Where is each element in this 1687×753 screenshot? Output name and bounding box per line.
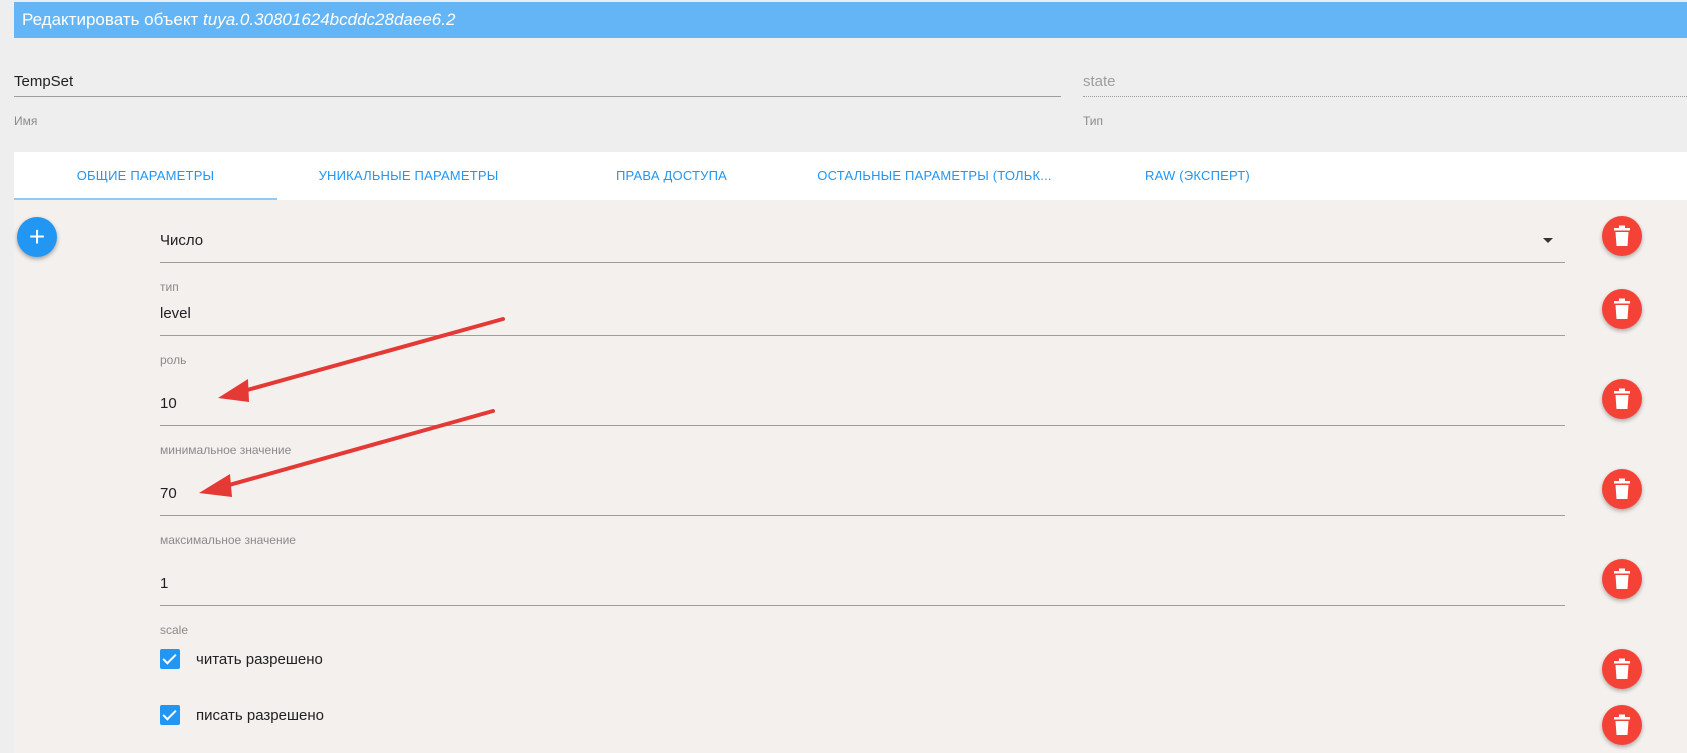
scale-label: scale (160, 623, 189, 637)
scale-field[interactable]: 1 scale (160, 575, 1565, 637)
trash-icon (1614, 225, 1630, 246)
delete-max-button[interactable] (1602, 469, 1642, 509)
name-input[interactable]: TempSet (14, 73, 73, 90)
read-allowed-label: читать разрешено (196, 651, 323, 668)
min-input[interactable]: 10 (160, 395, 177, 412)
delete-write-button[interactable] (1602, 705, 1642, 745)
min-label: минимальное значение (160, 443, 292, 457)
write-allowed-label: писать разрешено (196, 707, 324, 724)
dialog-title-prefix: Редактировать объект (22, 10, 199, 29)
name-field[interactable]: TempSet Имя (14, 73, 1061, 133)
trash-icon (1614, 388, 1630, 409)
object-type-field: state Тип (1083, 73, 1687, 133)
tab-general[interactable]: ОБЩИЕ ПАРАМЕТРЫ (14, 152, 277, 200)
chevron-down-icon[interactable] (1543, 238, 1553, 243)
role-underline (160, 335, 1565, 336)
write-allowed-checkbox[interactable] (160, 705, 180, 725)
min-field[interactable]: 10 минимальное значение (160, 395, 1565, 457)
object-type-underline (1083, 96, 1687, 97)
trash-icon (1614, 658, 1630, 679)
tab-bar: ОБЩИЕ ПАРАМЕТРЫ УНИКАЛЬНЫЕ ПАРАМЕТРЫ ПРА… (14, 152, 1687, 200)
delete-type-button[interactable] (1602, 216, 1642, 256)
trash-icon (1614, 568, 1630, 589)
role-input[interactable]: level (160, 305, 191, 322)
max-underline (160, 515, 1565, 516)
tab-raw[interactable]: RAW (ЭКСПЕРТ) (1066, 152, 1329, 200)
delete-scale-button[interactable] (1602, 559, 1642, 599)
type-select-value: Число (160, 232, 204, 249)
max-input[interactable]: 70 (160, 485, 177, 502)
add-attribute-button[interactable]: + (17, 217, 57, 257)
tab-unique[interactable]: УНИКАЛЬНЫЕ ПАРАМЕТРЫ (277, 152, 540, 200)
delete-min-button[interactable] (1602, 379, 1642, 419)
trash-icon (1614, 298, 1630, 319)
scale-input[interactable]: 1 (160, 575, 168, 592)
trash-icon (1614, 714, 1630, 735)
dialog-title: Редактировать объект tuya.0.30801624bcdd… (14, 2, 1687, 38)
max-field[interactable]: 70 максимальное значение (160, 485, 1565, 547)
role-field[interactable]: level роль (160, 305, 1565, 367)
min-underline (160, 425, 1565, 426)
object-type-value: state (1083, 73, 1116, 90)
name-underline (14, 96, 1061, 97)
trash-icon (1614, 478, 1630, 499)
write-allowed-row: писать разрешено (160, 705, 460, 727)
name-label: Имя (14, 114, 38, 128)
tab-access[interactable]: ПРАВА ДОСТУПА (540, 152, 803, 200)
type-label: тип (160, 280, 179, 294)
type-select[interactable]: Число тип (160, 232, 1565, 294)
read-allowed-checkbox[interactable] (160, 649, 180, 669)
max-label: максимальное значение (160, 533, 296, 547)
tab-other[interactable]: ОСТАЛЬНЫЕ ПАРАМЕТРЫ (ТОЛЬК... (803, 152, 1066, 200)
scale-underline (160, 605, 1565, 606)
type-underline (160, 262, 1565, 263)
role-label: роль (160, 353, 187, 367)
read-allowed-row: читать разрешено (160, 649, 460, 671)
delete-read-button[interactable] (1602, 649, 1642, 689)
plus-icon: + (28, 221, 46, 252)
object-id: tuya.0.30801624bcddc28daee6.2 (203, 10, 456, 29)
object-type-label: Тип (1083, 114, 1104, 128)
delete-role-button[interactable] (1602, 289, 1642, 329)
